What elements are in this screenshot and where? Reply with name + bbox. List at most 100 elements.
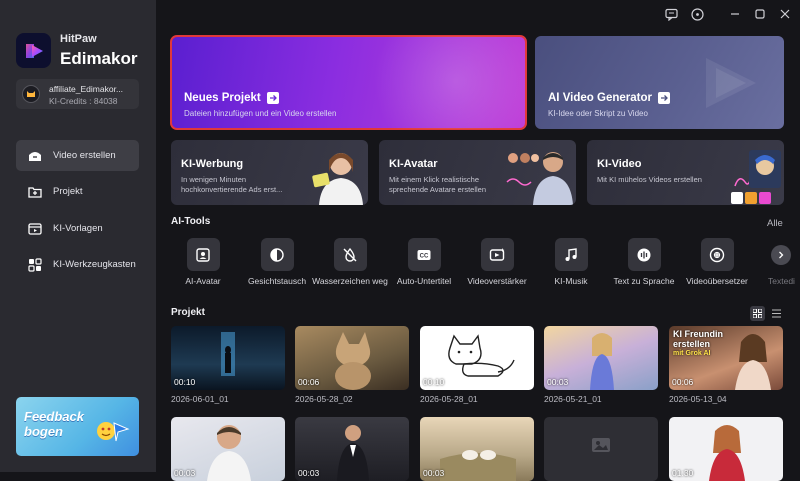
project-thumbnail[interactable]: 00:10 bbox=[171, 326, 285, 390]
new-project-title-text: Neues Projekt bbox=[184, 92, 261, 104]
sidebar-item-projekt[interactable]: Projekt bbox=[16, 176, 139, 207]
sidebar-item-video-erstellen[interactable]: Video erstellen bbox=[16, 140, 139, 171]
project-date: 2026-05-28_02 bbox=[295, 394, 353, 404]
brand-edimakor: Edimakor bbox=[60, 49, 138, 68]
brand-hitpaw: HitPaw bbox=[60, 33, 97, 45]
svg-text:CC: CC bbox=[420, 253, 429, 259]
tool-videoverstaerker[interactable]: Videoverstärker bbox=[459, 238, 535, 286]
text-to-speech-icon bbox=[627, 238, 661, 271]
project-thumbnail[interactable]: KI Freundin erstellen mit Grok AI 00:06 bbox=[669, 326, 783, 390]
ki-video-subtitle: Mit KI mühelos Videos erstellen bbox=[597, 175, 702, 184]
woman-in-dress-image bbox=[590, 333, 614, 390]
ki-werbung-title: KI-Werbung bbox=[181, 158, 244, 170]
sidebar-item-label: Projekt bbox=[53, 186, 83, 197]
project-thumbnail[interactable]: 01:30 bbox=[669, 417, 783, 481]
tool-label: KI-Musik bbox=[554, 276, 588, 286]
sidebar-item-ki-vorlagen[interactable]: KI-Vorlagen bbox=[16, 213, 139, 244]
feedback-chat-icon[interactable] bbox=[663, 6, 679, 22]
horses-field-image bbox=[440, 450, 516, 481]
tool-label: Gesichtstausch bbox=[247, 276, 307, 286]
sidebar-item-label: KI-Werkzeugkasten bbox=[53, 259, 136, 270]
info-icon[interactable] bbox=[689, 6, 705, 22]
list-view-icon[interactable] bbox=[769, 306, 784, 321]
tool-text-zu-sprache[interactable]: Text zu Sprache bbox=[606, 238, 682, 286]
ki-avatar-card[interactable]: KI-Avatar Mit einem Klick realistische s… bbox=[379, 140, 576, 205]
feedback-banner[interactable]: Feedback bogen bbox=[16, 397, 139, 456]
sidebar-item-label: Video erstellen bbox=[53, 150, 116, 161]
project-thumbnail[interactable]: 00:03 bbox=[420, 417, 534, 481]
ai-video-generator-title: AI Video Generator bbox=[548, 92, 670, 104]
project-thumbnail[interactable]: 00:10 bbox=[420, 326, 534, 390]
cat-avatar-icon bbox=[27, 91, 35, 97]
ai-video-generator-card[interactable]: AI Video Generator KI-Idee oder Skript z… bbox=[535, 36, 784, 129]
tool-wasserzeichen-weg[interactable]: Wasserzeichen weg bbox=[312, 238, 388, 286]
ai-tools-heading: AI-Tools bbox=[171, 216, 211, 227]
close-icon[interactable] bbox=[777, 6, 793, 22]
feedback-emoji-icon bbox=[97, 422, 130, 442]
maximize-icon[interactable] bbox=[752, 6, 768, 22]
tools-scroll-right-button[interactable] bbox=[771, 245, 791, 265]
dark-corridor-image bbox=[221, 332, 235, 376]
ai-tools-all-link[interactable]: Alle bbox=[767, 218, 783, 229]
video-enhance-icon bbox=[480, 238, 514, 271]
tool-ki-musik[interactable]: KI-Musik bbox=[533, 238, 609, 286]
tool-label: Wasserzeichen weg bbox=[312, 276, 388, 286]
project-date: 2026-06-01_01 bbox=[171, 394, 229, 404]
feedback-text: Feedback bogen bbox=[24, 409, 84, 439]
project-thumbnail[interactable]: 00:03 bbox=[295, 417, 409, 481]
tool-videouebersetzer[interactable]: Videoübersetzer bbox=[679, 238, 755, 286]
chevron-right-icon bbox=[779, 251, 784, 259]
tool-label: Textedi bbox=[768, 276, 795, 286]
ai-video-generator-subtitle: KI-Idee oder Skript zu Video bbox=[548, 109, 648, 118]
tool-auto-untertitel[interactable]: CC Auto-Untertitel bbox=[386, 238, 462, 286]
woman-portrait-image bbox=[735, 334, 771, 390]
project-duration: 00:10 bbox=[423, 377, 445, 387]
project-date: 2026-05-21_01 bbox=[544, 394, 602, 404]
project-thumbnail[interactable]: 00:03 bbox=[171, 417, 285, 481]
watermark-remove-icon bbox=[333, 238, 367, 271]
new-project-card[interactable]: Neues Projekt Dateien hinzufügen und ein… bbox=[170, 35, 527, 130]
thumbnail-overlay-title: KI Freundin erstellen bbox=[673, 329, 723, 349]
project-duration: 00:06 bbox=[298, 377, 320, 387]
ki-werbung-subtitle: In wenigen Minuten hochkonvertierende Ad… bbox=[181, 175, 283, 194]
projects-heading: Projekt bbox=[171, 307, 205, 318]
project-thumbnail[interactable]: 00:06 bbox=[295, 326, 409, 390]
tool-ai-avatar[interactable]: AI-Avatar bbox=[165, 238, 241, 286]
face-swap-icon bbox=[260, 238, 294, 271]
tool-label: AI-Avatar bbox=[185, 276, 221, 286]
ki-video-card[interactable]: KI-Video Mit KI mühelos Videos erstellen bbox=[587, 140, 784, 205]
account-username: affiliate_Edimakor... bbox=[49, 84, 124, 94]
new-project-subtitle: Dateien hinzufügen und ein Video erstell… bbox=[184, 109, 337, 118]
account-credits: KI-Credits : 84038 bbox=[49, 96, 118, 106]
pearl-earring-image bbox=[731, 150, 781, 204]
account-panel[interactable]: affiliate_Edimakor... KI-Credits : 84038 bbox=[16, 79, 139, 109]
man-avatar-image bbox=[506, 152, 573, 205]
project-date: 2026-05-13_04 bbox=[669, 394, 727, 404]
project-thumbnail[interactable]: 00:03 bbox=[544, 326, 658, 390]
ki-avatar-title: KI-Avatar bbox=[389, 158, 438, 170]
project-thumbnail[interactable] bbox=[544, 417, 658, 481]
cat-sketch-image bbox=[448, 334, 515, 377]
ki-avatar-subtitle: Mit einem Klick realistische sprechende … bbox=[389, 175, 487, 194]
template-icon bbox=[27, 221, 43, 237]
toolbox-icon bbox=[27, 257, 43, 273]
tool-label: Videoverstärker bbox=[467, 276, 527, 286]
ki-video-title: KI-Video bbox=[597, 158, 642, 170]
sidebar-item-ki-werkzeugkasten[interactable]: KI-Werkzeugkasten bbox=[16, 249, 139, 280]
grid-view-icon[interactable] bbox=[750, 306, 765, 321]
translate-icon bbox=[700, 238, 734, 271]
app-logo bbox=[16, 33, 51, 68]
man-in-suit-image bbox=[337, 425, 369, 481]
minimize-icon[interactable] bbox=[727, 6, 743, 22]
tool-label: Text zu Sprache bbox=[613, 276, 675, 286]
avatar-icon bbox=[186, 238, 220, 271]
tool-gesichtstausch[interactable]: Gesichtstausch bbox=[239, 238, 315, 286]
music-icon bbox=[554, 238, 588, 271]
woman-with-card-image bbox=[312, 153, 363, 205]
ki-werbung-card[interactable]: KI-Werbung In wenigen Minuten hochkonver… bbox=[171, 140, 368, 205]
edimakor-logo-icon bbox=[25, 43, 43, 58]
card-glow bbox=[366, 36, 526, 129]
arrow-right-icon bbox=[657, 92, 670, 104]
new-project-title: Neues Projekt bbox=[184, 92, 279, 104]
avatar bbox=[22, 85, 40, 103]
